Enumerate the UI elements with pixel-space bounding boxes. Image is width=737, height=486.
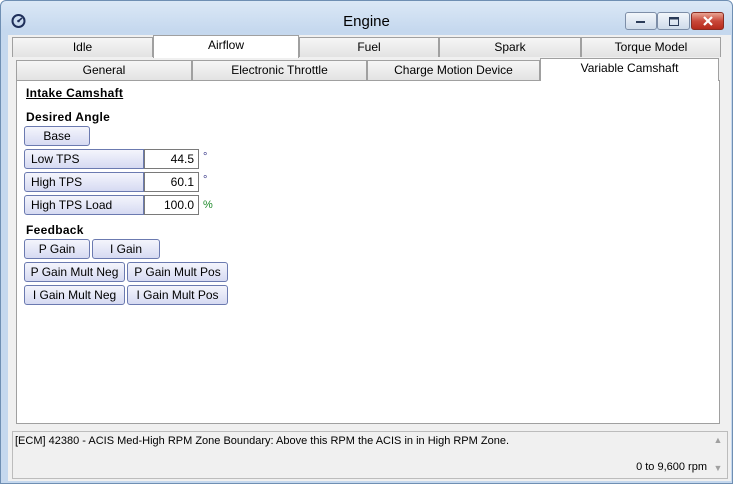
high-tps-load-button[interactable]: High TPS Load — [24, 195, 144, 215]
minimize-button[interactable] — [625, 12, 657, 30]
i-gain-mult-pos-button[interactable]: I Gain Mult Pos — [127, 285, 228, 305]
maximize-icon — [668, 16, 679, 26]
window-title: Engine — [343, 13, 390, 30]
variable-camshaft-panel: Intake Camshaft Desired Angle Base Low T… — [16, 80, 720, 424]
high-tps-unit: ° — [203, 174, 208, 186]
low-tps-button[interactable]: Low TPS — [24, 149, 144, 169]
tab-spark[interactable]: Spark — [439, 37, 581, 57]
feedback-heading: Feedback — [26, 223, 84, 237]
maximize-button[interactable] — [657, 12, 690, 30]
desired-angle-heading: Desired Angle — [26, 110, 111, 124]
tab-torque-model[interactable]: Torque Model — [581, 37, 721, 57]
description-box[interactable]: [ECM] 42380 - ACIS Med-High RPM Zone Bou… — [12, 431, 728, 479]
engine-window: Engine Idle Airflow Fuel Spark Torque Mo… — [0, 0, 733, 484]
tab-electronic-throttle[interactable]: Electronic Throttle — [192, 60, 367, 80]
p-gain-mult-pos-button[interactable]: P Gain Mult Pos — [127, 262, 228, 282]
sub-tab-bar: General Electronic Throttle Charge Motio… — [8, 58, 731, 82]
tab-general[interactable]: General — [16, 60, 192, 80]
scroll-down-icon[interactable]: ▼ — [712, 463, 724, 475]
high-tps-load-unit: % — [203, 199, 213, 211]
i-gain-mult-neg-button[interactable]: I Gain Mult Neg — [24, 285, 125, 305]
tab-fuel[interactable]: Fuel — [299, 37, 439, 57]
parameter-range: 0 to 9,600 rpm — [636, 461, 707, 473]
main-tab-bar: Idle Airflow Fuel Spark Torque Model — [8, 35, 731, 59]
section-title: Intake Camshaft — [26, 86, 124, 100]
high-tps-value[interactable]: 60.1 — [144, 172, 199, 192]
title-bar[interactable]: Engine — [1, 1, 732, 35]
tab-idle[interactable]: Idle — [12, 37, 153, 57]
tab-airflow[interactable]: Airflow — [153, 35, 299, 58]
p-gain-button[interactable]: P Gain — [24, 239, 90, 259]
client-area: Idle Airflow Fuel Spark Torque Model Gen… — [8, 35, 731, 481]
high-tps-button[interactable]: High TPS — [24, 172, 144, 192]
low-tps-unit: ° — [203, 151, 208, 163]
i-gain-button[interactable]: I Gain — [92, 239, 160, 259]
low-tps-value[interactable]: 44.5 — [144, 149, 199, 169]
parameter-description: [ECM] 42380 - ACIS Med-High RPM Zone Bou… — [15, 435, 509, 447]
tab-variable-camshaft[interactable]: Variable Camshaft — [540, 58, 719, 81]
scroll-up-icon[interactable]: ▲ — [712, 435, 724, 447]
base-button[interactable]: Base — [24, 126, 90, 146]
close-icon — [702, 16, 713, 26]
minimize-icon — [636, 21, 645, 23]
high-tps-load-value[interactable]: 100.0 — [144, 195, 199, 215]
tab-charge-motion-device[interactable]: Charge Motion Device — [367, 60, 540, 80]
close-button[interactable] — [691, 12, 724, 30]
p-gain-mult-neg-button[interactable]: P Gain Mult Neg — [24, 262, 125, 282]
